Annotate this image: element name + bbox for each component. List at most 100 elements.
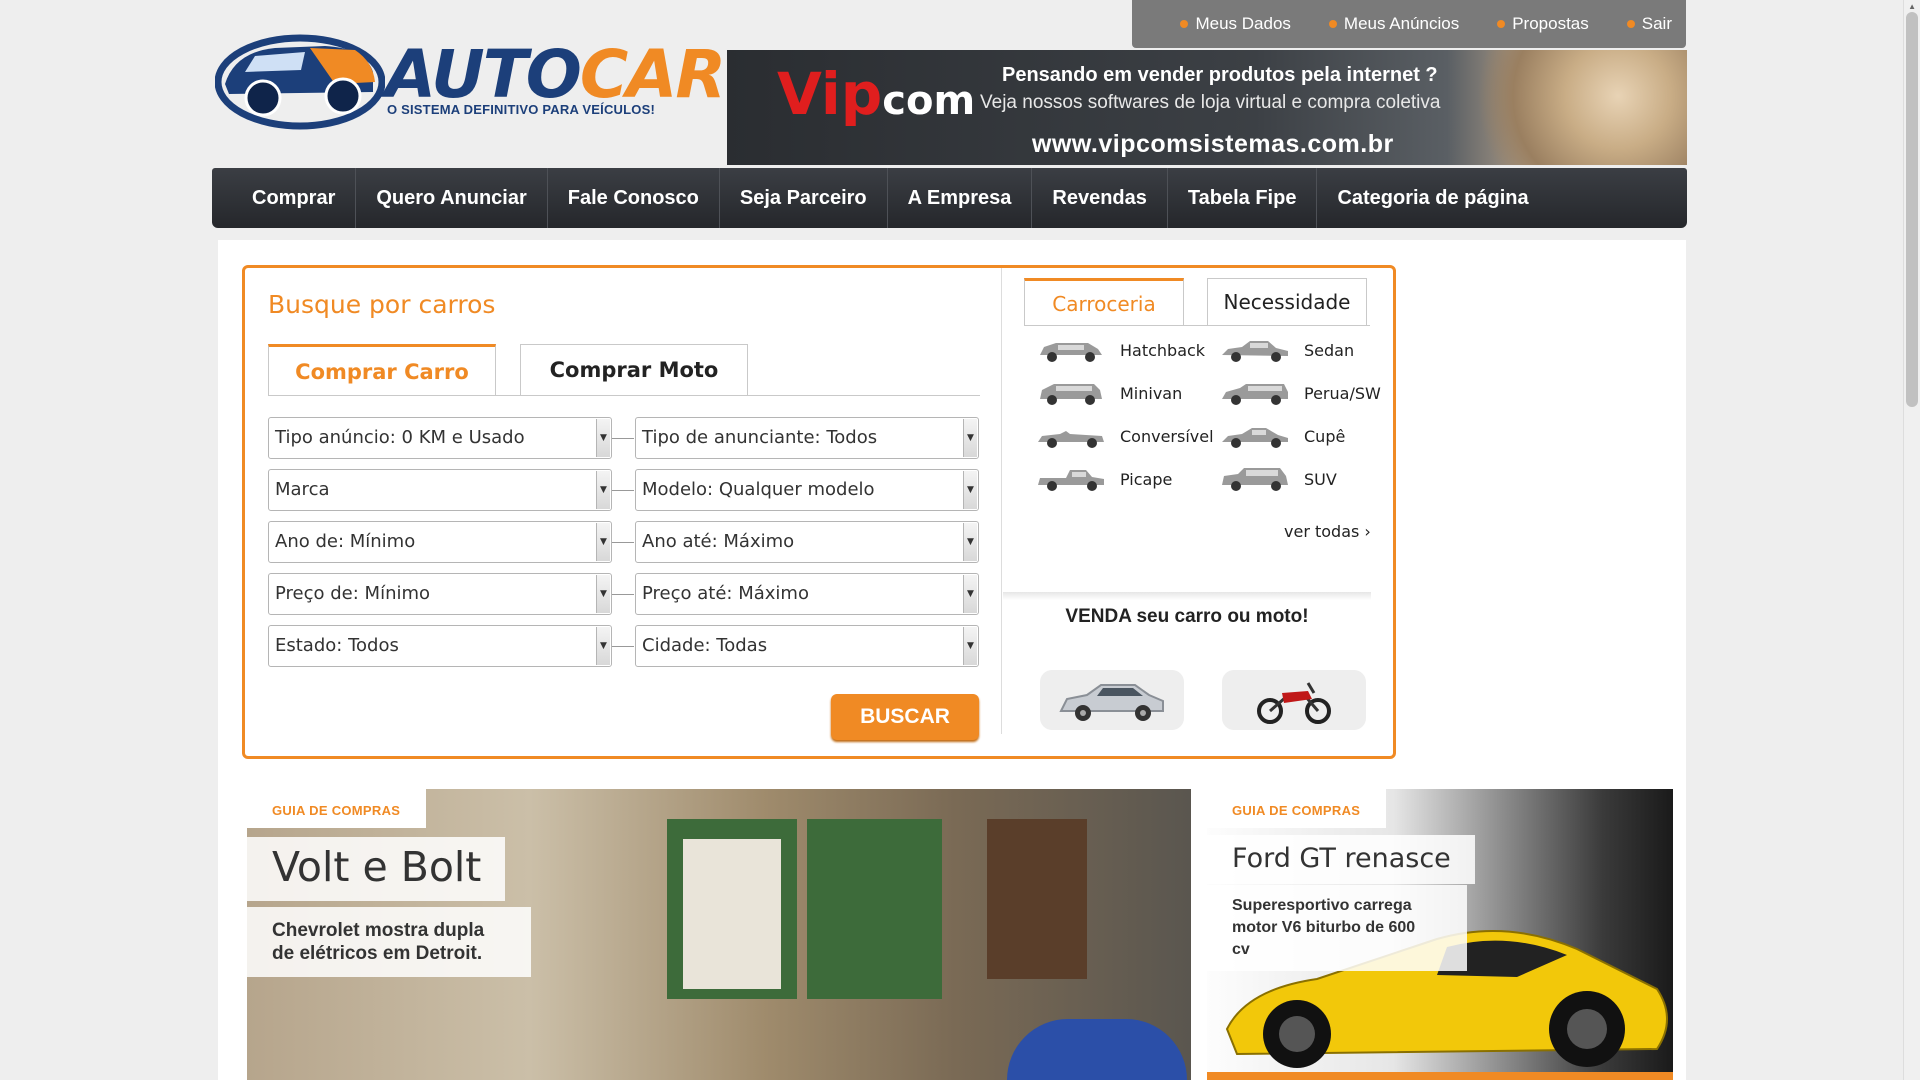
nav-comprar[interactable]: Comprar xyxy=(232,168,357,228)
modelo-select[interactable]: Modelo: Qualquer modelo ▼ xyxy=(635,469,979,511)
nav-seja-parceiro[interactable]: Seja Parceiro xyxy=(720,168,888,228)
body-conversivel[interactable]: Conversível xyxy=(1036,423,1214,449)
dropdown-arrow-icon: ▼ xyxy=(596,419,610,457)
nav-a-empresa[interactable]: A Empresa xyxy=(888,168,1033,228)
cidade-select[interactable]: Cidade: Todas ▼ xyxy=(635,625,979,667)
dropdown-arrow-icon: ▼ xyxy=(596,575,610,613)
car-logo-icon xyxy=(214,34,386,130)
tab-carroceria[interactable]: Carroceria xyxy=(1024,278,1184,326)
tab-comprar-moto[interactable]: Comprar Moto xyxy=(520,344,748,396)
dropdown-arrow-icon: ▼ xyxy=(963,523,977,561)
search-divider xyxy=(1001,268,1002,734)
hatchback-icon xyxy=(1040,343,1102,362)
feature-card-ford-gt[interactable]: GUIA DE COMPRAS Ford GT renasce Superesp… xyxy=(1207,789,1673,1080)
preco-ate-select[interactable]: Preço até: Máximo ▼ xyxy=(635,573,979,615)
page-scrollbar[interactable]: ▲ xyxy=(1903,0,1920,1080)
bullet-icon xyxy=(1180,20,1189,28)
sedan-icon xyxy=(1222,341,1288,362)
picape-icon xyxy=(1038,470,1104,491)
banner-headline: Pensando em vender produtos pela interne… xyxy=(1002,64,1438,86)
body-suv[interactable]: SUV xyxy=(1220,466,1337,492)
scroll-up-arrow-icon[interactable]: ▲ xyxy=(1908,2,1916,11)
vender-moto-button[interactable] xyxy=(1222,670,1366,730)
ano-de-select[interactable]: Ano de: Mínimo ▼ xyxy=(268,521,612,563)
field-connector xyxy=(612,438,634,439)
banner-url: www.vipcomsistemas.com.br xyxy=(1032,130,1394,158)
nav-tabela-fipe[interactable]: Tabela Fipe xyxy=(1168,168,1318,228)
meus-dados-link[interactable]: Meus Dados xyxy=(1180,14,1291,34)
car-icon xyxy=(1059,684,1164,721)
suv-icon xyxy=(1222,468,1288,491)
venda-heading: VENDA seu carro ou moto! xyxy=(1065,606,1309,627)
tipo-anuncio-select[interactable]: Tipo anúncio: 0 KM e Usado ▼ xyxy=(268,417,612,459)
bullet-icon xyxy=(1626,20,1635,28)
bullet-icon xyxy=(1328,20,1337,28)
estado-select[interactable]: Estado: Todos ▼ xyxy=(268,625,612,667)
building-door xyxy=(807,819,942,999)
panel-shadow xyxy=(1003,592,1371,600)
dropdown-arrow-icon: ▼ xyxy=(963,627,977,665)
feature-card-volt-bolt[interactable]: GUIA DE COMPRAS Volt e Bolt Chevrolet mo… xyxy=(247,789,1191,1080)
sair-link[interactable]: Sair xyxy=(1626,14,1672,34)
nav-quero-anunciar[interactable]: Quero Anunciar xyxy=(356,168,548,228)
field-connector xyxy=(612,542,634,543)
user-menu-bar: Meus Dados Meus Anúncios Propostas Sair xyxy=(1132,0,1686,48)
body-tab-divider xyxy=(1024,325,1370,326)
dropdown-arrow-icon: ▼ xyxy=(963,471,977,509)
nav-categoria-de-pagina[interactable]: Categoria de página xyxy=(1317,168,1548,228)
field-connector xyxy=(612,646,634,647)
card-subtitle: Chevrolet mostra dupla de elétricos em D… xyxy=(247,907,531,977)
car-roof xyxy=(1007,1019,1187,1080)
scrollbar-thumb[interactable] xyxy=(1906,12,1918,407)
motorcycle-icon xyxy=(1257,682,1331,724)
body-minivan[interactable]: Minivan xyxy=(1036,380,1182,406)
field-connector xyxy=(612,490,634,491)
propostas-link[interactable]: Propostas xyxy=(1497,14,1589,34)
site-logo[interactable]: AUTOCAR O SISTEMA DEFINITIVO PARA VEÍCUL… xyxy=(214,22,726,132)
ano-ate-select[interactable]: Ano até: Máximo ▼ xyxy=(635,521,979,563)
ver-todas-link[interactable]: ver todas › xyxy=(1284,522,1371,541)
card-accent-bar xyxy=(1207,1072,1673,1080)
body-picape[interactable]: Picape xyxy=(1036,466,1172,492)
body-sedan[interactable]: Sedan xyxy=(1220,337,1354,363)
card-title: Ford GT renasce xyxy=(1207,835,1475,884)
dropdown-arrow-icon: ▼ xyxy=(596,471,610,509)
dropdown-arrow-icon: ▼ xyxy=(596,523,610,561)
conversivel-icon xyxy=(1038,431,1104,448)
field-connector xyxy=(612,594,634,595)
card-subtitle: Superesportivo carrega motor V6 biturbo … xyxy=(1207,885,1467,971)
bullet-icon xyxy=(1497,20,1506,28)
search-title: Busque por carros xyxy=(268,290,496,319)
buscar-button[interactable]: BUSCAR xyxy=(831,694,979,740)
coins-image xyxy=(1457,50,1687,165)
tipo-anunciante-select[interactable]: Tipo de anunciante: Todos ▼ xyxy=(635,417,979,459)
dropdown-arrow-icon: ▼ xyxy=(963,575,977,613)
card-tag: GUIA DE COMPRAS xyxy=(1207,789,1387,828)
meus-anuncios-link[interactable]: Meus Anúncios xyxy=(1328,14,1459,34)
tab-divider xyxy=(268,395,980,396)
logo-tagline: O SISTEMA DEFINITIVO PARA VEÍCULOS! xyxy=(387,102,655,117)
cupe-icon xyxy=(1222,428,1288,448)
card-tag: GUIA DE COMPRAS xyxy=(247,789,427,828)
body-cupe[interactable]: Cupê xyxy=(1220,423,1345,449)
tab-comprar-carro[interactable]: Comprar Carro xyxy=(268,344,496,396)
main-nav: Comprar Quero Anunciar Fale Conosco Seja… xyxy=(212,168,1687,228)
banner-subline: Veja nossos softwares de loja virtual e … xyxy=(980,92,1441,113)
nav-revendas[interactable]: Revendas xyxy=(1032,168,1168,228)
vipcom-ad-banner[interactable]: Vipcom Pensando em vender produtos pela … xyxy=(727,50,1687,165)
body-perua-sw[interactable]: Perua/SW xyxy=(1220,380,1381,406)
window-glass xyxy=(683,839,781,989)
nav-fale-conosco[interactable]: Fale Conosco xyxy=(548,168,720,228)
perua-icon xyxy=(1222,384,1288,405)
tab-necessidade[interactable]: Necessidade xyxy=(1207,278,1367,326)
marca-select[interactable]: Marca ▼ xyxy=(268,469,612,511)
banner-brand: Vipcom xyxy=(777,60,976,128)
building-entrance xyxy=(987,819,1087,979)
card-title: Volt e Bolt xyxy=(247,837,506,901)
vender-carro-button[interactable] xyxy=(1040,670,1184,730)
minivan-icon xyxy=(1040,384,1102,405)
preco-de-select[interactable]: Preço de: Mínimo ▼ xyxy=(268,573,612,615)
dropdown-arrow-icon: ▼ xyxy=(963,419,977,457)
body-hatchback[interactable]: Hatchback xyxy=(1036,337,1205,363)
dropdown-arrow-icon: ▼ xyxy=(596,627,610,665)
